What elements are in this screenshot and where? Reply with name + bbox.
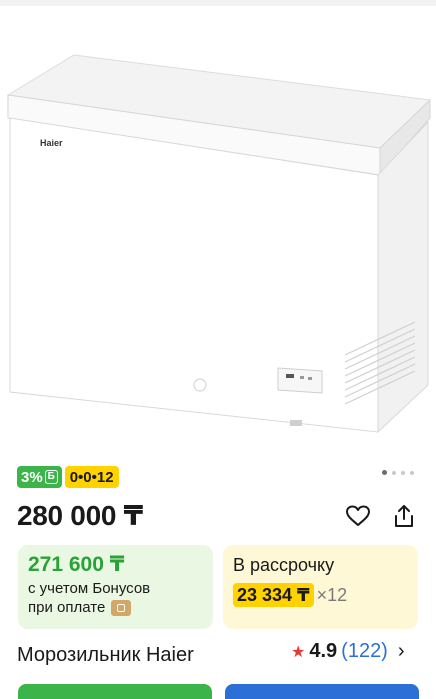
bonus-price: 271 600 ₸ [28,553,125,576]
share-button[interactable] [388,500,420,532]
buy-action-button[interactable] [225,684,419,699]
chest-freezer-image [6,54,432,434]
heart-icon [346,505,370,526]
gallery-pagination [382,470,414,475]
installment-badge: 0•0•12 [64,466,119,488]
rating-link[interactable]: ★ 4.9 (122) › [291,640,405,663]
star-icon: ★ [291,643,306,661]
pagination-dot [401,470,405,475]
bonus-percent: 3% [21,468,43,486]
pagination-dot-active [382,470,387,475]
product-title: Морозильник Haier [17,644,194,666]
installment-title: В рассрочку [233,555,335,575]
image-top-edge [0,0,436,6]
product-image-gallery[interactable]: Haier [0,0,436,455]
bonus-wallet-icon [111,599,132,616]
promo-badges: 3% Б 0•0•12 [17,466,119,488]
bonus-coin-icon: Б [44,470,58,484]
pagination-dot [392,470,396,475]
bonus-price-card[interactable]: 271 600 ₸ с учетом Бонусов при оплате [18,545,213,629]
installment-amount: 23 334 ₸ [233,583,314,607]
pagination-dot [410,470,414,475]
bonus-note-line1: с учетом Бонусов [28,580,151,597]
installment-card[interactable]: В рассрочку 23 334 ₸ ×12 [223,545,418,629]
favorite-button[interactable] [342,500,374,532]
chevron-right-icon: › [397,640,405,662]
brand-logo: Haier [40,138,63,148]
bonus-badge: 3% Б [17,466,62,488]
review-count: (122) [341,640,388,662]
bonus-action-button[interactable] [18,684,212,699]
product-price: 280 000 ₸ [17,500,143,531]
installment-multiplier: ×12 [316,584,348,605]
bonus-note-line2: при оплате [28,598,203,617]
share-icon [395,505,413,527]
rating-score: 4.9 [309,640,338,662]
installment-row: 23 334 ₸ ×12 [233,583,408,607]
bonus-note-text: при оплате [28,599,106,616]
